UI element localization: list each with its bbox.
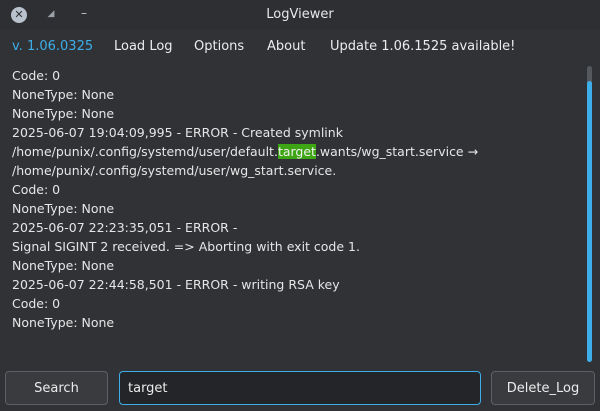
search-button[interactable]: Search [5, 371, 108, 405]
log-line: NoneType: None [12, 258, 115, 273]
sticky-icon[interactable]: ◢ [45, 7, 57, 21]
log-line-text: /home/punix/.config/systemd/user/default… [12, 144, 278, 159]
close-icon[interactable]: ✕ [11, 7, 27, 23]
minimize-icon[interactable]: – [77, 7, 91, 21]
menu-load-log[interactable]: Load Log [114, 39, 173, 55]
version-label: v. 1.06.0325 [12, 39, 94, 54]
menu-options[interactable]: Options [194, 39, 244, 55]
log-line: 2025-06-07 22:44:58,501 - ERROR - writin… [12, 277, 340, 292]
log-line: Code: 0 [12, 68, 61, 83]
scrollbar-thumb[interactable] [587, 81, 592, 362]
delete-log-button[interactable]: Delete_Log [491, 371, 595, 405]
log-line: NoneType: None [12, 87, 115, 102]
log-line: NoneType: None [12, 201, 115, 216]
log-line: 2025-06-07 19:04:09,995 - ERROR - Create… [12, 125, 343, 140]
log-line: Code: 0 [12, 296, 61, 311]
title-bar: ✕ ◢ – LogViewer [0, 0, 600, 30]
log-line-text: .wants/wg_start.service → [315, 144, 479, 159]
search-input[interactable] [128, 372, 472, 404]
menu-bar: v. 1.06.0325 Load Log Options About Upda… [0, 30, 600, 64]
log-line: Signal SIGINT 2 received. => Aborting wi… [12, 239, 360, 254]
menu-about[interactable]: About [267, 39, 305, 55]
log-scrollbar[interactable] [586, 66, 594, 362]
log-line: /home/punix/.config/systemd/user/wg_star… [12, 163, 337, 178]
log-line: NoneType: None [12, 315, 115, 330]
search-match-highlight: target [277, 144, 316, 159]
log-line: Code: 0 [12, 182, 61, 197]
log-line: NoneType: None [12, 106, 115, 121]
log-view[interactable]: Code: 0 NoneType: None NoneType: None 2025-… [6, 66, 584, 363]
search-field[interactable] [119, 371, 481, 405]
log-line: 2025-06-07 22:23:35,051 - ERROR - [12, 220, 238, 235]
log-line: /home/punix/.config/systemd/user/default… [6, 142, 584, 161]
menu-update-notice[interactable]: Update 1.06.1525 available! [330, 39, 515, 55]
